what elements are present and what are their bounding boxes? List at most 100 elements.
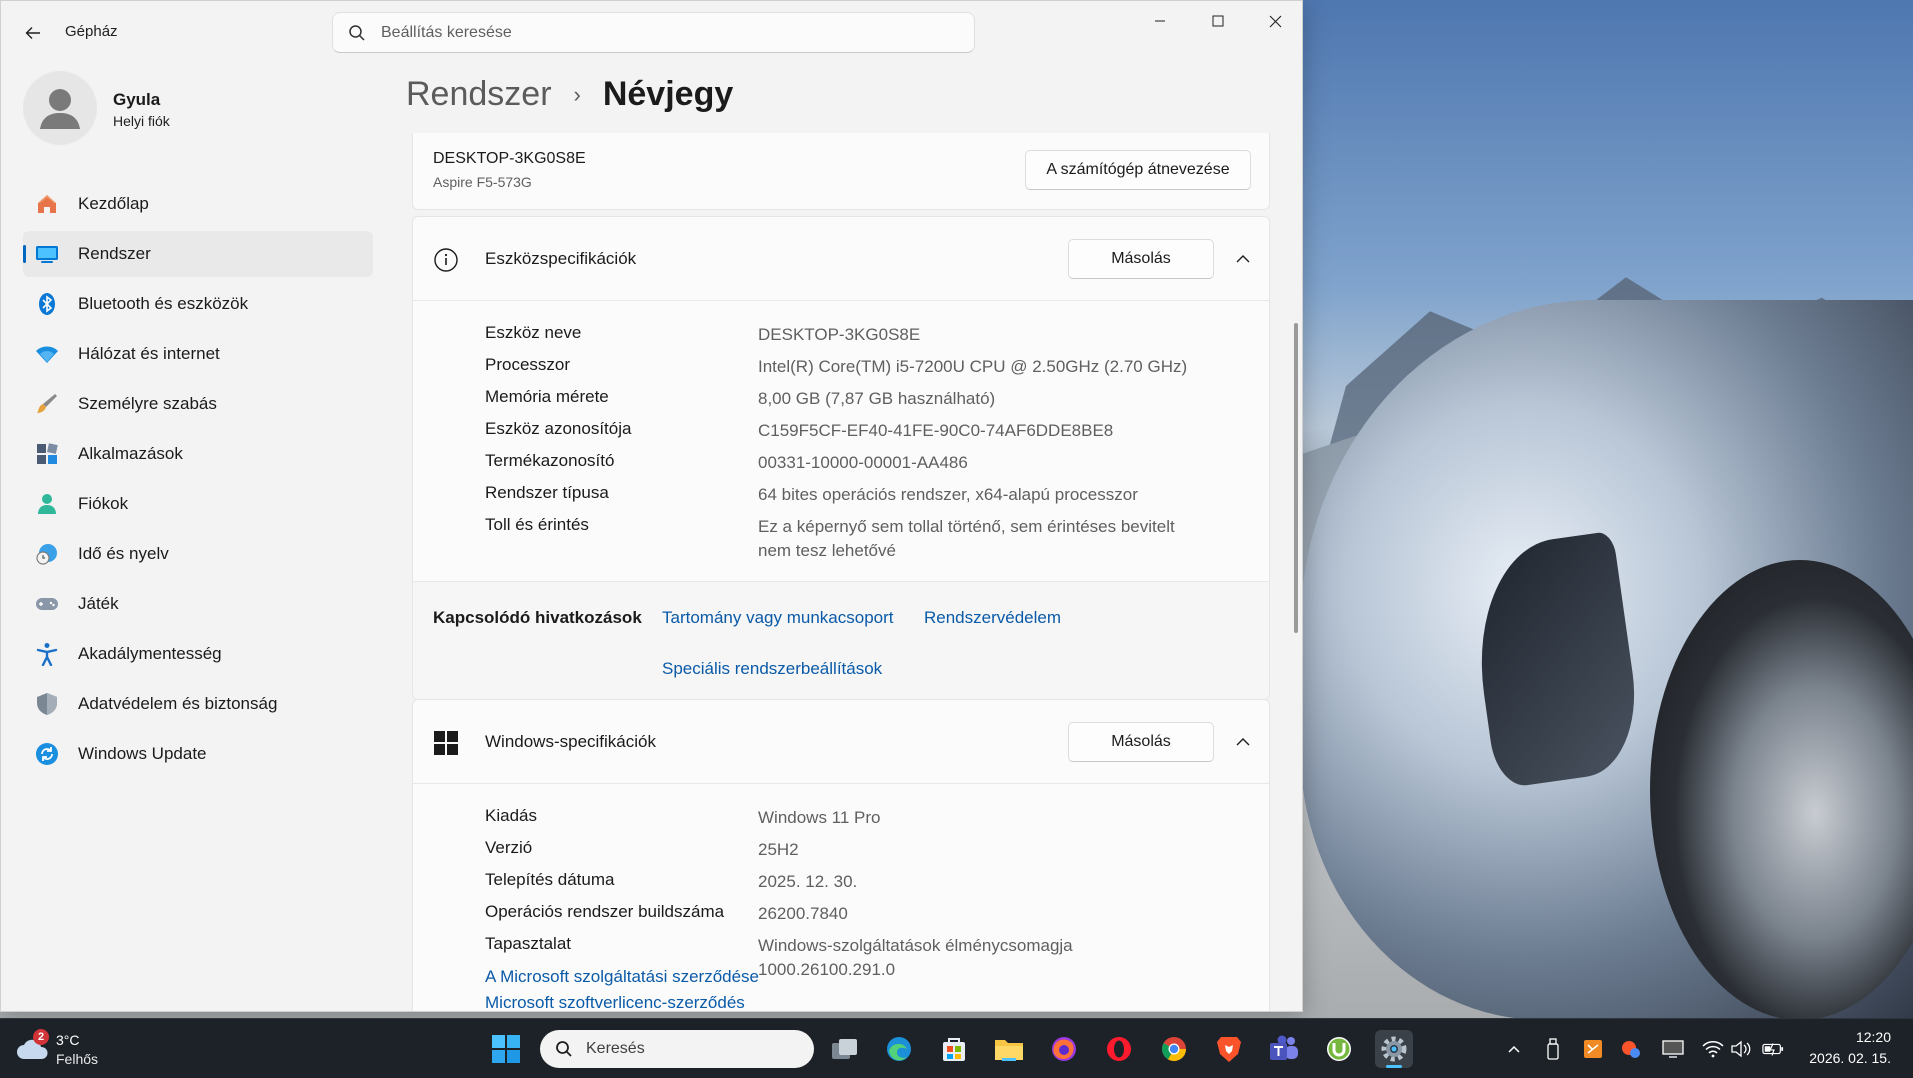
- spec-row: Eszköz azonosítója C159F5CF-EF40-41FE-90C…: [413, 413, 1269, 445]
- settings-search[interactable]: [332, 12, 975, 53]
- chrome-icon: [1161, 1037, 1186, 1062]
- windows-specs-card: Windows-specifikációk Másolás Kiadás Wind…: [412, 699, 1270, 1011]
- spec-key: Eszköz azonosítója: [485, 419, 632, 438]
- search-icon: [556, 1041, 572, 1057]
- spec-key: Memória mérete: [485, 387, 609, 406]
- sidebar-item-label: Játék: [78, 594, 119, 613]
- breadcrumb-separator: ›: [573, 81, 581, 107]
- tray-battery[interactable]: [1762, 1038, 1784, 1060]
- sidebar-item-personalization[interactable]: Személyre szabás: [23, 381, 373, 427]
- chrome-app[interactable]: [1155, 1030, 1193, 1068]
- tray-brave-vpn[interactable]: [1620, 1038, 1642, 1060]
- link-system-protection[interactable]: Rendszervédelem: [924, 608, 1061, 628]
- chevron-up-icon[interactable]: [1233, 249, 1253, 269]
- arrow-left-icon: [25, 27, 40, 39]
- tray-usb[interactable]: [1542, 1038, 1564, 1060]
- related-links: Kapcsolódó hivatkozások Tartomány vagy m…: [413, 581, 1269, 699]
- monitor-icon: [1662, 1040, 1684, 1058]
- usb-drive-icon: [1547, 1038, 1559, 1060]
- spec-value: 00331-10000-00001-AA486: [758, 453, 968, 472]
- file-explorer-app[interactable]: [990, 1030, 1028, 1068]
- sidebar-item-time-language[interactable]: Idő és nyelv: [23, 531, 373, 577]
- weather-widget[interactable]: 2 3°C Felhős: [16, 1027, 136, 1071]
- sidebar-item-label: Kezdőlap: [78, 194, 149, 213]
- copy-windows-specs-button[interactable]: Másolás: [1068, 722, 1214, 762]
- sidebar-item-system[interactable]: Rendszer: [23, 231, 373, 277]
- link-domain-workgroup[interactable]: Tartomány vagy munkacsoport: [662, 608, 894, 628]
- gear-icon: [1381, 1036, 1407, 1062]
- clock-time[interactable]: 12:20: [1856, 1029, 1891, 1045]
- spec-value: 25H2: [758, 840, 799, 859]
- sidebar-item-label: Adatvédelem és biztonság: [78, 694, 278, 713]
- sidebar-item-network[interactable]: Hálózat és internet: [23, 331, 373, 377]
- spec-key: Eszköz neve: [485, 323, 582, 342]
- spec-row: Termékazonosító 00331-10000-00001-AA486: [413, 445, 1269, 477]
- windows-specs-list: Kiadás Windows 11 Pro Verzió 25H2 Telepíté…: [413, 784, 1269, 1011]
- chevron-up-icon[interactable]: [1233, 732, 1253, 752]
- minimize-button[interactable]: [1131, 1, 1189, 41]
- shield-icon: [35, 692, 59, 716]
- show-hidden-icons-button[interactable]: [1503, 1038, 1525, 1060]
- sidebar-item-windows-update[interactable]: Windows Update: [23, 731, 373, 777]
- profile-account-type: Helyi fiók: [113, 113, 170, 129]
- search-input[interactable]: [381, 21, 961, 45]
- sidebar-item-apps[interactable]: Alkalmazások: [23, 431, 373, 477]
- task-view-button[interactable]: [826, 1030, 864, 1068]
- maximize-icon: [1212, 15, 1224, 27]
- avatar[interactable]: [23, 71, 97, 145]
- sidebar-item-gaming[interactable]: Játék: [23, 581, 373, 627]
- rename-pc-button[interactable]: A számítógép átnevezése: [1025, 150, 1251, 190]
- apps-icon: [35, 442, 59, 466]
- tray-display[interactable]: [1662, 1038, 1684, 1060]
- link-microsoft-services-agreement[interactable]: A Microsoft szolgáltatási szerződése: [485, 964, 1302, 990]
- device-specs-header[interactable]: Eszközspecifikációk Másolás: [413, 217, 1269, 301]
- spec-row: Eszköz neve DESKTOP-3KG0S8E: [413, 317, 1269, 349]
- maximize-button[interactable]: [1189, 1, 1247, 41]
- sidebar-item-accounts[interactable]: Fiókok: [23, 481, 373, 527]
- sidebar-item-accessibility[interactable]: Akadálymentesség: [23, 631, 373, 677]
- minimize-icon: [1155, 20, 1165, 22]
- tray-network[interactable]: [1702, 1038, 1724, 1060]
- edge-app[interactable]: [880, 1030, 918, 1068]
- sidebar-item-label: Hálózat és internet: [78, 344, 220, 363]
- app-title: Gépház: [65, 23, 118, 40]
- copy-device-specs-button[interactable]: Másolás: [1068, 239, 1214, 279]
- brave-app[interactable]: [1210, 1030, 1248, 1068]
- search-icon: [349, 25, 365, 41]
- windows-specs-header[interactable]: Windows-specifikációk Másolás: [413, 700, 1269, 784]
- link-advanced-system-settings[interactable]: Speciális rendszerbeállítások: [662, 659, 882, 679]
- windows-start-icon: [492, 1035, 520, 1063]
- close-button[interactable]: [1246, 1, 1302, 41]
- clock-date[interactable]: 2026. 02. 15.: [1809, 1050, 1891, 1066]
- chevron-up-icon: [1508, 1045, 1520, 1053]
- taskbar-search[interactable]: Keresés: [540, 1030, 814, 1068]
- windows-logo-icon: [434, 731, 458, 755]
- globe-clock-icon: [35, 542, 59, 566]
- firefox-app[interactable]: [1045, 1030, 1083, 1068]
- settings-app[interactable]: [1375, 1030, 1413, 1068]
- spec-row: Toll és érintés Ez a képernyő sem tollal …: [413, 509, 1269, 571]
- link-microsoft-software-license[interactable]: Microsoft szoftverlicenc-szerződés: [485, 990, 1302, 1011]
- sidebar-item-home[interactable]: Kezdőlap: [23, 181, 373, 227]
- weather-condition: Felhős: [56, 1051, 99, 1067]
- store-app[interactable]: [935, 1030, 973, 1068]
- sidebar-item-bluetooth[interactable]: Bluetooth és eszközök: [23, 281, 373, 327]
- scrollbar[interactable]: [1294, 323, 1298, 633]
- spec-row: Memória mérete 8,00 GB (7,87 GB használha…: [413, 381, 1269, 413]
- utorrent-app[interactable]: [1320, 1030, 1358, 1068]
- start-button[interactable]: [490, 1033, 522, 1065]
- vpn-icon: [1622, 1041, 1640, 1058]
- back-button[interactable]: [19, 19, 47, 47]
- task-view-icon: [832, 1039, 857, 1059]
- tray-app-orange[interactable]: [1582, 1038, 1604, 1060]
- edge-icon: [887, 1037, 911, 1061]
- sidebar-item-privacy[interactable]: Adatvédelem és biztonság: [23, 681, 373, 727]
- tray-volume[interactable]: [1730, 1038, 1752, 1060]
- spec-value: C159F5CF-EF40-41FE-90C0-74AF6DDE8BE8: [758, 421, 1114, 440]
- sidebar-item-label: Alkalmazások: [78, 444, 183, 463]
- breadcrumb: Rendszer › Névjegy: [406, 75, 733, 114]
- teams-app[interactable]: [1265, 1030, 1303, 1068]
- opera-app[interactable]: [1100, 1030, 1138, 1068]
- breadcrumb-parent[interactable]: Rendszer: [406, 75, 552, 114]
- spec-row: Processzor Intel(R) Core(TM) i5-7200U CPU…: [413, 349, 1269, 381]
